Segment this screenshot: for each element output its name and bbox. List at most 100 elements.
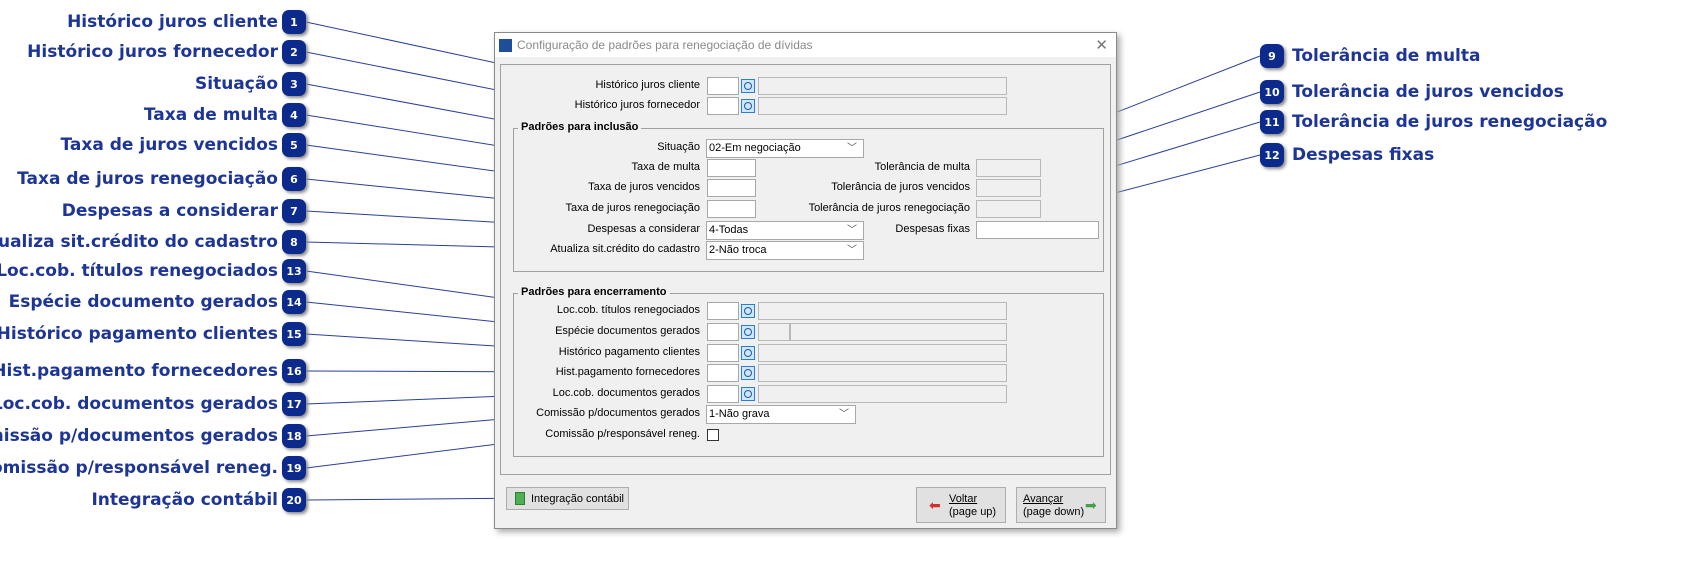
callout-label: Tolerância de juros renegociação (1292, 112, 1608, 132)
tol-multa-input[interactable] (976, 159, 1041, 177)
lookup-search-icon[interactable] (741, 325, 755, 339)
callout-label: Histórico pagamento clientes (0, 324, 278, 344)
tol-juros-vencidos-label: Tolerância de juros vencidos (831, 181, 970, 193)
callout-badge: 1 (282, 10, 306, 34)
callout-badge: 16 (282, 359, 306, 383)
title-bar: Configuração de padrões para renegociaçã… (495, 33, 1116, 57)
callout-label: Despesas a considerar (61, 201, 278, 221)
especie-documentos-description (790, 323, 1007, 341)
callout-label: Loc.cob. títulos renegociados (0, 261, 278, 281)
callout-label: Histórico juros fornecedor (27, 42, 278, 62)
callout-badge: 20 (282, 488, 306, 512)
loc-cob-documentos-label: Loc.cob. documentos gerados (552, 387, 700, 399)
callout-badge: 4 (282, 103, 306, 127)
hist-juros-cliente-label: Histórico juros cliente (595, 79, 700, 91)
callout-badge: 17 (282, 392, 306, 416)
callout-badge: 14 (282, 290, 306, 314)
callout-badge: 8 (282, 230, 306, 254)
chevron-down-icon: ﹀ (839, 409, 849, 420)
loc-cob-titulos-code-input[interactable] (707, 302, 739, 320)
despesas-considerar-label: Despesas a considerar (587, 223, 700, 235)
taxa-juros-reneg-input[interactable] (707, 200, 756, 218)
especie-documentos-desc-code (758, 323, 790, 341)
situacao-label: Situação (657, 141, 700, 153)
despesas-fixas-input[interactable] (976, 221, 1099, 239)
arrow-right-icon: ➡ (1085, 497, 1097, 513)
hist-juros-cliente-code-input[interactable] (707, 77, 739, 95)
chevron-down-icon: ﹀ (847, 225, 857, 236)
callout-badge: 10 (1260, 80, 1284, 104)
situacao-select[interactable]: 02-Em negociação ﹀ (706, 139, 864, 158)
voltar-button[interactable]: ⬅ Voltar (page up) (916, 487, 1006, 523)
hist-pag-clientes-description (758, 344, 1007, 362)
integracao-contabil-button[interactable]: Integração contábil (506, 487, 629, 510)
callout-label: Situação (195, 74, 278, 94)
callout-badge: 15 (282, 322, 306, 346)
tol-juros-reneg-label: Tolerância de juros renegociação (808, 202, 970, 214)
callout-badge: 2 (282, 40, 306, 64)
hist-pag-fornecedores-label: Hist.pagamento fornecedores (555, 366, 700, 378)
callout-label: Comissão p/documentos gerados (0, 426, 278, 446)
taxa-juros-vencidos-label: Taxa de juros vencidos (588, 181, 700, 193)
taxa-juros-vencidos-input[interactable] (707, 179, 756, 197)
tol-juros-reneg-input[interactable] (976, 200, 1041, 218)
lookup-search-icon[interactable] (741, 79, 755, 93)
callout-badge: 5 (282, 133, 306, 157)
callout-label: Comissão p/responsável reneg. (0, 458, 278, 478)
chevron-down-icon: ﹀ (847, 245, 857, 256)
atualiza-credito-label: Atualiza sit.crédito do cadastro (550, 243, 700, 255)
lookup-search-icon[interactable] (741, 304, 755, 318)
loc-cob-documentos-code-input[interactable] (707, 385, 739, 403)
loc-cob-documentos-description (758, 385, 1007, 403)
arrow-left-icon: ⬅ (929, 497, 941, 513)
callout-label: Espécie documento gerados (8, 292, 278, 312)
callout-badge: 13 (282, 259, 306, 283)
spreadsheet-icon (515, 492, 525, 505)
callout-badge: 3 (282, 72, 306, 96)
callout-label: Taxa de multa (143, 105, 278, 125)
callout-badge: 6 (282, 167, 306, 191)
hist-pag-clientes-code-input[interactable] (707, 344, 739, 362)
lookup-search-icon[interactable] (741, 346, 755, 360)
lookup-search-icon[interactable] (741, 99, 755, 113)
taxa-multa-label: Taxa de multa (631, 161, 700, 173)
callout-label: Loc.cob. documentos gerados (0, 394, 278, 414)
taxa-multa-input[interactable] (707, 159, 756, 177)
callout-badge: 18 (282, 424, 306, 448)
hist-pag-fornecedores-description (758, 364, 1007, 382)
comissao-responsavel-checkbox[interactable] (707, 429, 719, 441)
avancar-button[interactable]: Avançar (page down) ➡ (1016, 487, 1106, 523)
atualiza-credito-select[interactable]: 2-Não troca ﹀ (706, 241, 864, 260)
taxa-juros-reneg-label: Taxa de juros renegociação (565, 202, 700, 214)
callout-badge: 12 (1260, 143, 1284, 167)
hist-pag-fornecedores-code-input[interactable] (707, 364, 739, 382)
despesas-fixas-label: Despesas fixas (895, 223, 970, 235)
comissao-responsavel-label: Comissão p/responsável reneg. (545, 428, 700, 440)
dialog-title: Configuração de padrões para renegociaçã… (517, 38, 813, 52)
callout-label: Integração contábil (91, 490, 278, 510)
hist-juros-fornecedor-code-input[interactable] (707, 97, 739, 115)
callout-badge: 19 (282, 456, 306, 480)
loc-cob-titulos-description (758, 302, 1007, 320)
comissao-documentos-label: Comissão p/documentos gerados (536, 407, 700, 419)
tol-juros-vencidos-input[interactable] (976, 179, 1041, 197)
hist-juros-cliente-description (758, 77, 1007, 95)
comissao-documentos-select[interactable]: 1-Não grava ﹀ (706, 405, 856, 424)
lookup-search-icon[interactable] (741, 366, 755, 380)
callout-badge: 7 (282, 199, 306, 223)
especie-documentos-code-input[interactable] (707, 323, 739, 341)
callout-label: Taxa de juros vencidos (60, 135, 278, 155)
callout-label: Histórico juros cliente (67, 12, 278, 32)
callout-label: Taxa de juros renegociação (17, 169, 278, 189)
hist-pag-clientes-label: Histórico pagamento clientes (558, 346, 700, 358)
loc-cob-titulos-label: Loc.cob. títulos renegociados (556, 304, 700, 316)
close-icon[interactable]: ✕ (1095, 36, 1108, 54)
chevron-down-icon: ﹀ (847, 143, 857, 154)
app-icon (499, 39, 512, 52)
hist-juros-fornecedor-label: Histórico juros fornecedor (574, 99, 700, 111)
especie-documentos-label: Espécie documentos gerados (555, 325, 700, 337)
despesas-considerar-select[interactable]: 4-Todas ﹀ (706, 221, 864, 240)
hist-juros-fornecedor-description (758, 97, 1007, 115)
callout-label: Atualiza sit.crédito do cadastro (0, 232, 278, 252)
lookup-search-icon[interactable] (741, 387, 755, 401)
